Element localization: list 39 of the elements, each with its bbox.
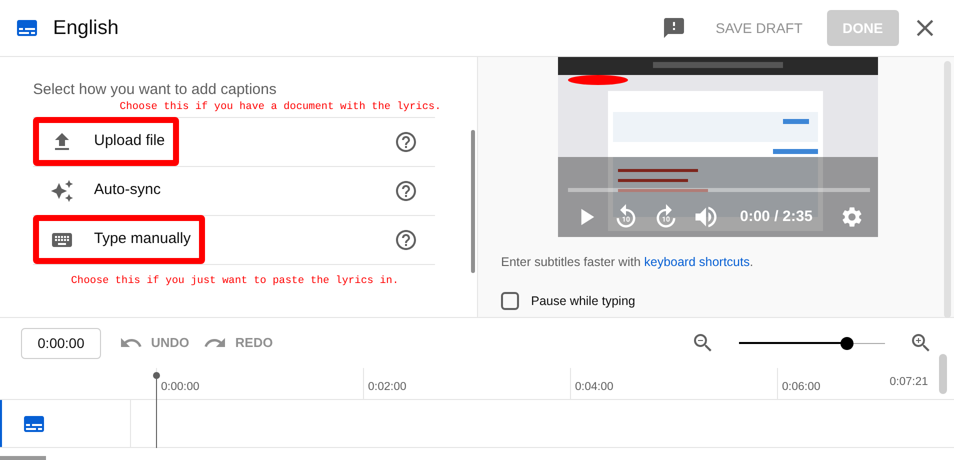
checkbox-label: Pause while typing [531, 292, 636, 310]
shortcut-tip: Enter subtitles faster with keyboard shortcuts. [501, 254, 754, 271]
scrollbar[interactable] [944, 61, 951, 318]
video-time: 0:00 / 2:35 [740, 206, 813, 227]
annotation-text: Choose this if you just want to paste the lyrics in. [71, 275, 399, 287]
redo-button[interactable]: REDO [203, 331, 273, 355]
highlight-frame: Auto-sync [33, 166, 175, 215]
time-tick: 0:00:00 [161, 381, 200, 393]
checkbox[interactable] [501, 292, 519, 310]
settings-icon[interactable] [840, 205, 864, 229]
sparkle-icon [50, 178, 74, 202]
time-tick: 0:04:00 [575, 381, 614, 393]
window-title: English [53, 16, 119, 41]
scrollbar[interactable] [471, 130, 475, 273]
caption-prompt: Select how you want to add captions [33, 80, 278, 99]
time-tick: 0:06:00 [782, 381, 820, 393]
highlight-frame: Upload file [33, 117, 179, 166]
end-time: 0:07:21 [890, 375, 928, 390]
time-tick: 0:02:00 [368, 381, 406, 393]
help-icon[interactable] [394, 130, 418, 154]
undo-button[interactable]: UNDO [119, 331, 190, 355]
caption-track-header[interactable] [0, 400, 131, 447]
shortcuts-link[interactable]: keyboard shortcuts [644, 255, 750, 269]
playhead[interactable] [153, 372, 160, 448]
caption-method-item[interactable]: Auto-sync [33, 166, 435, 215]
zoom-slider[interactable] [739, 336, 885, 350]
caption-method-item[interactable]: Upload file [33, 117, 435, 166]
video-player[interactable]: 0:00 / 2:35 [558, 57, 878, 237]
time-field[interactable]: 0:00:00 [21, 328, 101, 358]
scrollbar[interactable] [939, 354, 947, 394]
scrollbar[interactable] [0, 456, 46, 460]
feedback-icon[interactable] [662, 16, 686, 40]
highlight-frame: Type manually [33, 215, 205, 264]
annotation-text: Choose this if you have a document with the lyrics. [120, 100, 441, 115]
help-icon[interactable] [394, 179, 418, 203]
slider-thumb[interactable] [840, 336, 854, 350]
help-icon[interactable] [394, 228, 418, 252]
caption-method-item[interactable]: Type manually [33, 215, 435, 264]
save-draft-button[interactable]: SAVE DRAFT [704, 10, 815, 46]
